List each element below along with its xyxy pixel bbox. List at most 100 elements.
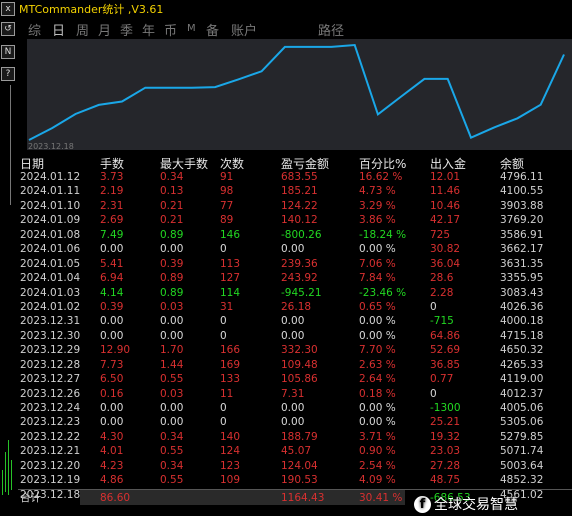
- tab-account[interactable]: 账户: [231, 20, 257, 39]
- cell-max-lots: 0.13: [160, 185, 184, 198]
- cell-lots: 4.86: [100, 474, 124, 487]
- cell-lots: 4.30: [100, 430, 124, 443]
- cell-cash-flow: 28.6: [430, 272, 454, 285]
- cell-count: 113: [220, 257, 241, 270]
- total-pnl: 1164.43: [281, 492, 325, 504]
- cell-max-lots: 0.00: [160, 402, 184, 414]
- cell-date: 2024.01.08: [20, 228, 81, 241]
- cell-date: 2024.01.06: [20, 243, 81, 256]
- cell-count: 127: [220, 272, 241, 285]
- cell-lots: 0.39: [100, 300, 124, 313]
- cell-date: 2023.12.23: [20, 416, 81, 429]
- cell-max-lots: 0.34: [160, 459, 184, 472]
- cell-percent: 0.00 %: [359, 402, 396, 414]
- tab-quarterly[interactable]: 季: [120, 20, 133, 39]
- cell-pnl: -800.26: [281, 228, 322, 241]
- cell-lots: 0.00: [100, 329, 124, 342]
- cell-percent: 3.86 %: [359, 214, 396, 227]
- total-lots: 86.60: [100, 492, 131, 504]
- watermark-text: 全球交易智慧: [434, 497, 518, 513]
- refresh-icon[interactable]: ↺: [1, 22, 15, 36]
- tab-yearly[interactable]: 年: [142, 20, 155, 39]
- cell-pnl: 45.07: [281, 445, 312, 458]
- cell-lots: 4.01: [100, 445, 124, 458]
- table-row: 2024.01.03 4.14 0.89 114 -945.21 -23.46 % 2.28…: [18, 286, 572, 300]
- table-row: 2023.12.22 4.30 0.34 140 188.79 3.71 % 19.32 52…: [18, 430, 572, 444]
- header-cash-flow: 出入金: [430, 157, 467, 171]
- cell-pnl: 239.36: [281, 257, 318, 270]
- table-row: 2023.12.21 4.01 0.55 124 45.07 0.90 % 23.03 507…: [18, 444, 572, 458]
- cell-max-lots: 0.34: [160, 430, 184, 443]
- cell-pnl: 0.00: [281, 416, 305, 429]
- cell-percent: 7.06 %: [359, 257, 396, 270]
- cell-date: 2024.01.03: [20, 286, 81, 299]
- cell-max-lots: 0.89: [160, 228, 184, 241]
- cell-date: 2023.12.29: [20, 344, 81, 357]
- cell-percent: 2.54 %: [359, 459, 396, 472]
- cell-cash-flow: 11.46: [430, 185, 461, 198]
- cell-lots: 6.50: [100, 373, 124, 386]
- tab-overview[interactable]: 综: [28, 20, 41, 39]
- cell-count: 133: [220, 373, 241, 386]
- cell-date: 2023.12.28: [20, 358, 81, 371]
- cell-cash-flow: 52.69: [430, 344, 461, 357]
- cell-lots: 7.73: [100, 358, 124, 371]
- cell-balance: 4005.06: [500, 402, 544, 414]
- tab-magic[interactable]: M: [187, 23, 196, 34]
- close-icon[interactable]: x: [1, 2, 15, 16]
- cell-count: 0: [220, 402, 227, 414]
- header-percent: 百分比%: [359, 157, 407, 171]
- cell-count: 0: [220, 416, 227, 429]
- header-date: 日期: [20, 157, 45, 171]
- table-row: 2023.12.29 12.90 1.70 166 332.30 7.70 % 52.69 4…: [18, 343, 572, 357]
- cell-balance: 3903.88: [500, 199, 544, 212]
- tab-symbol[interactable]: 币: [164, 20, 177, 39]
- header-lots: 手数: [100, 157, 125, 171]
- cell-balance: 5279.85: [500, 430, 544, 443]
- tab-notes[interactable]: 备: [206, 20, 219, 39]
- cell-lots: 0.00: [100, 315, 124, 328]
- help-icon[interactable]: ?: [1, 67, 15, 81]
- cell-lots: 4.14: [100, 286, 124, 299]
- cell-percent: 0.90 %: [359, 445, 396, 458]
- cell-cash-flow: 42.17: [430, 214, 461, 227]
- total-percent: 30.41 %: [359, 492, 403, 504]
- cell-percent: 7.70 %: [359, 344, 396, 357]
- indicator-icon[interactable]: N: [1, 45, 15, 59]
- cell-balance: 3083.43: [500, 286, 544, 299]
- tab-daily[interactable]: 日: [52, 20, 65, 39]
- cell-balance: 3769.20: [500, 214, 544, 227]
- cell-count: 0: [220, 329, 227, 342]
- cell-lots: 7.49: [100, 228, 124, 241]
- cell-lots: 0.00: [100, 416, 124, 429]
- cell-balance: 5071.74: [500, 445, 544, 458]
- cell-max-lots: 0.21: [160, 199, 184, 212]
- cell-pnl: 683.55: [281, 171, 318, 183]
- cell-pnl: -945.21: [281, 286, 322, 299]
- cell-cash-flow: 0.77: [430, 373, 454, 386]
- cell-percent: 3.71 %: [359, 430, 396, 443]
- cell-date: 2024.01.12: [20, 171, 81, 183]
- candle-wick: [11, 460, 12, 490]
- tab-monthly[interactable]: 月: [98, 20, 111, 39]
- table-row: 2023.12.26 0.16 0.03 11 7.31 0.18 % 0 4012.37: [18, 387, 572, 401]
- cell-balance: 3355.95: [500, 272, 544, 285]
- cell-max-lots: 0.03: [160, 300, 184, 313]
- cell-balance: 4119.00: [500, 373, 544, 386]
- cell-pnl: 332.30: [281, 344, 318, 357]
- table-row: 2024.01.02 0.39 0.03 31 26.18 0.65 % 0 4026.36: [18, 300, 572, 314]
- cell-lots: 0.00: [100, 402, 124, 414]
- cell-pnl: 109.48: [281, 358, 318, 371]
- cell-balance: 4715.18: [500, 329, 544, 342]
- tab-path[interactable]: 路径: [318, 20, 344, 39]
- cell-date: 2023.12.31: [20, 315, 81, 328]
- tab-weekly[interactable]: 周: [76, 20, 89, 39]
- cell-count: 124: [220, 445, 241, 458]
- cell-max-lots: 0.00: [160, 329, 184, 342]
- cell-cash-flow: -1300: [430, 402, 461, 414]
- cell-max-lots: 1.44: [160, 358, 184, 371]
- watermark: f 全球交易智慧: [414, 494, 518, 516]
- table-row: 2023.12.19 4.86 0.55 109 190.53 4.09 % 48.75 48…: [18, 473, 572, 487]
- cell-cash-flow: 25.21: [430, 416, 461, 429]
- table-row: 2024.01.12 3.73 0.34 91 683.55 16.62 % 12.01 47…: [18, 170, 572, 184]
